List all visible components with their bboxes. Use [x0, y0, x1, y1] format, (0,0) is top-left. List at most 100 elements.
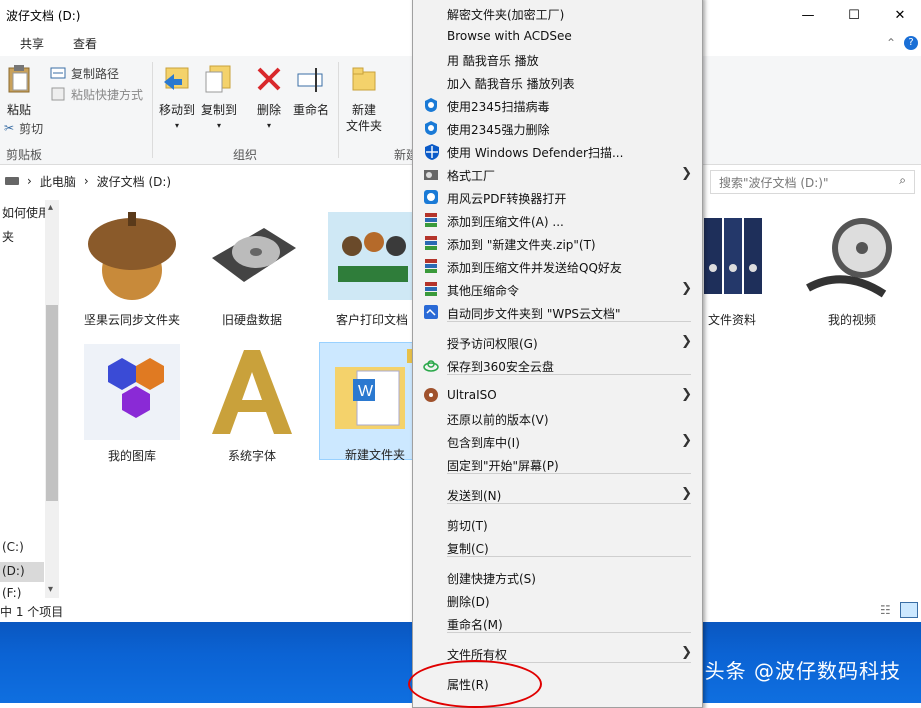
menu-separator — [447, 503, 691, 504]
nav-item-howto[interactable]: 如何使用 — [2, 204, 50, 221]
copy-path-icon — [50, 67, 66, 79]
menu-item[interactable]: 用风云PDF转换器打开 — [413, 186, 702, 208]
wps-cloud-icon — [423, 304, 439, 320]
menu-item-label: 固定到"开始"屏幕(P) — [447, 459, 559, 473]
menu-item[interactable]: 加入 酷我音乐 播放列表 — [413, 71, 702, 93]
details-view-icon[interactable]: ☷ — [880, 603, 891, 617]
menu-item[interactable]: 添加到压缩文件并发送给QQ好友 — [413, 255, 702, 277]
ultraiso-icon — [423, 387, 439, 403]
menu-item[interactable]: 解密文件夹(加密工厂) — [413, 2, 702, 24]
paste-shortcut-icon — [51, 87, 65, 101]
breadcrumb-drive[interactable]: 波仔文档 (D:) — [97, 173, 171, 190]
maximize-button[interactable]: ☐ — [831, 0, 877, 30]
menu-item[interactable]: 删除(D) — [413, 589, 702, 611]
breadcrumb[interactable]: › 此电脑 › 波仔文档 (D:) — [5, 170, 171, 192]
red-highlight-circle — [408, 660, 542, 708]
menu-item[interactable]: 包含到库中(I) ❯ — [413, 430, 702, 452]
menu-item-label: 添加到 "新建文件夹.zip"(T) — [447, 238, 596, 252]
submenu-arrow-icon: ❯ — [681, 334, 692, 349]
minimize-button[interactable]: — — [785, 0, 831, 30]
move-to-icon — [164, 67, 189, 90]
cloud-360-icon — [423, 357, 439, 373]
menu-separator — [447, 473, 691, 474]
file-item[interactable]: 旧硬盘数据 — [197, 208, 307, 328]
menu-item-label: 剪切(T) — [447, 519, 488, 533]
rename-button[interactable]: 重命名 — [290, 64, 332, 118]
menu-item[interactable]: 创建快捷方式(S) — [413, 566, 702, 588]
delete-button[interactable]: 删除 ▾ — [252, 64, 286, 134]
menu-item[interactable]: 剪切(T) — [413, 513, 702, 535]
breadcrumb-this-pc[interactable]: 此电脑 — [40, 173, 76, 190]
menu-item[interactable]: 复制(C) — [413, 536, 702, 558]
menu-item[interactable]: UltraISO ❯ — [413, 384, 702, 406]
search-box[interactable]: 搜索"波仔文档 (D:)" ⌕ — [710, 170, 915, 194]
copy-to-button[interactable]: 复制到 ▾ — [200, 64, 238, 134]
menu-item[interactable]: Browse with ACDSee — [413, 25, 702, 47]
nav-scrollbar-thumb[interactable] — [46, 305, 58, 501]
winrar-icon — [423, 235, 439, 251]
organize-group-label: 组织 — [233, 148, 258, 162]
nav-item-d[interactable]: (D:) — [0, 562, 44, 582]
scroll-up-icon[interactable]: ▴ — [48, 202, 53, 213]
file-item[interactable]: 客户打印文档 — [317, 208, 427, 328]
maximize-icon: ☐ — [848, 7, 860, 23]
menu-item[interactable]: 保存到360安全云盘 — [413, 354, 702, 376]
menu-item[interactable]: 使用2345扫描病毒 — [413, 94, 702, 116]
menu-item[interactable]: 还原以前的版本(V) — [413, 407, 702, 429]
scroll-down-icon[interactable]: ▾ — [48, 584, 53, 595]
menu-item[interactable]: 格式工厂 ❯ — [413, 163, 702, 185]
collapse-ribbon-icon[interactable]: ⌃ — [886, 36, 896, 50]
copy-path-button[interactable]: 复制路径 — [50, 64, 119, 82]
new-folder-button[interactable]: 新建 文件夹 — [342, 64, 386, 134]
window-title: 波仔文档 (D:) — [6, 9, 81, 23]
ribbon-divider — [152, 62, 153, 158]
menu-item-label: 用风云PDF转换器打开 — [447, 192, 567, 206]
menu-item-label: 重命名(M) — [447, 618, 503, 632]
menu-item[interactable]: 重命名(M) — [413, 612, 702, 634]
help-icon[interactable]: ? — [904, 36, 918, 50]
file-item[interactable]: 坚果云同步文件夹 — [77, 208, 187, 328]
menu-item-label: 创建快捷方式(S) — [447, 572, 536, 586]
status-text: 中 1 个项目 — [0, 605, 64, 619]
breadcrumb-sep: › — [83, 174, 89, 188]
menu-item[interactable]: 固定到"开始"屏幕(P) — [413, 453, 702, 475]
nav-item-c[interactable]: (C:) — [2, 540, 24, 554]
close-button[interactable]: ✕ — [877, 0, 921, 30]
acorn-icon — [88, 212, 176, 300]
menu-item[interactable]: 授予访问权限(G) ❯ — [413, 331, 702, 353]
file-item[interactable]: 我的视频 — [797, 208, 907, 328]
hard-disk-icon — [212, 228, 296, 282]
menu-item[interactable]: 自动同步文件夹到 "WPS云文档" — [413, 301, 702, 323]
clipboard-group-label: 剪贴板 — [6, 148, 43, 162]
menu-item-label: 包含到库中(I) — [447, 436, 520, 450]
file-item[interactable]: 系统字体 — [197, 344, 307, 464]
winrar-icon — [423, 258, 439, 274]
cut-button[interactable]: ✂ 剪切 — [4, 119, 43, 137]
context-menu: 解密文件夹(加密工厂) Browse with ACDSee 用 酷我音乐 播放 加入… — [412, 0, 703, 708]
pdf-converter-icon — [423, 189, 439, 205]
tab-view[interactable]: 查看 — [73, 35, 97, 52]
large-icons-view-icon[interactable] — [900, 602, 918, 618]
submenu-arrow-icon: ❯ — [681, 387, 692, 402]
menu-item[interactable]: 添加到压缩文件(A) ... — [413, 209, 702, 231]
menu-item-label: 复制(C) — [447, 542, 489, 556]
menu-item-label: UltraISO — [447, 388, 497, 402]
menu-separator — [447, 321, 691, 322]
menu-item-label: 添加到压缩文件并发送给QQ好友 — [447, 261, 622, 275]
menu-item[interactable]: 用 酷我音乐 播放 — [413, 48, 702, 70]
search-icon: ⌕ — [899, 173, 906, 187]
paste-shortcut-button[interactable]: 粘贴快捷方式 — [50, 85, 143, 103]
menu-item[interactable]: 添加到 "新建文件夹.zip"(T) — [413, 232, 702, 254]
menu-item[interactable]: 发送到(N) ❯ — [413, 483, 702, 505]
nav-item-folder[interactable]: 夹 — [2, 228, 14, 245]
file-item[interactable]: 我的图库 — [77, 344, 187, 464]
menu-item[interactable]: 其他压缩命令 ❯ — [413, 278, 702, 300]
menu-item[interactable]: 使用 Windows Defender扫描... — [413, 140, 702, 162]
menu-item[interactable]: 使用2345强力删除 — [413, 117, 702, 139]
paste-button[interactable]: 粘贴 — [2, 64, 36, 118]
move-to-button[interactable]: 移动到 ▾ — [158, 64, 196, 134]
format-factory-icon — [423, 166, 439, 182]
tab-share[interactable]: 共享 — [20, 35, 44, 52]
nav-item-f[interactable]: (F:) — [2, 586, 21, 600]
menu-item-label: 格式工厂 — [447, 169, 496, 183]
